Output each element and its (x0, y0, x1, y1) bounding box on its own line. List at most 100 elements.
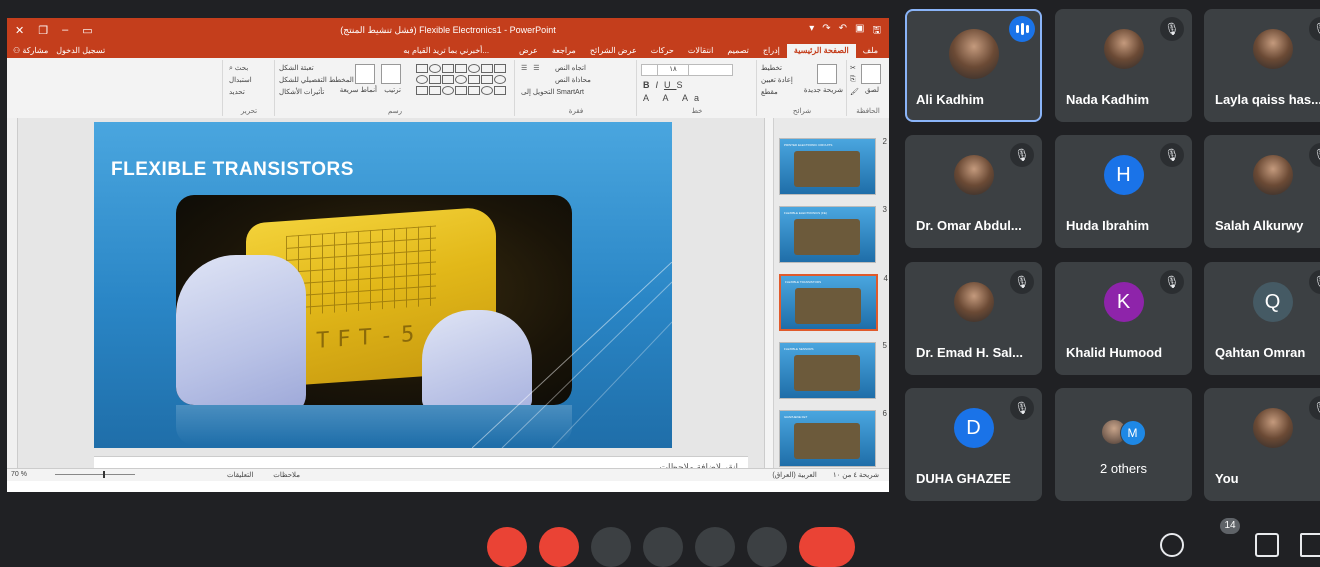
captions-button[interactable] (591, 527, 631, 567)
shape-option[interactable] (481, 86, 493, 95)
arrange-button[interactable]: ترتيب (384, 86, 401, 94)
new-slide-button[interactable]: شريحة جديدة (804, 86, 843, 94)
tab-1[interactable]: الصفحة الرئيسية (786, 44, 856, 58)
participant-tile[interactable]: Dr. Omar Abdul... 🎙 (905, 135, 1042, 248)
slide-title[interactable]: FLEXIBLE TRANSISTORS (111, 159, 354, 181)
present-button[interactable] (695, 527, 735, 567)
zoom-slider[interactable] (55, 471, 135, 478)
editor-scrollbar[interactable] (7, 118, 18, 480)
slide-thumbnail[interactable]: 4 FLEXIBLE TRANSISTORS (779, 274, 888, 331)
arrange-icon[interactable] (381, 64, 401, 84)
tab-2[interactable]: إدراج (756, 44, 787, 58)
quick-styles-button[interactable]: أنماط سريعة (340, 86, 377, 94)
reset-button[interactable]: إعادة تعيين (761, 76, 793, 84)
slide-thumbnail[interactable]: 5 FLEXIBLE SENSORS (779, 341, 887, 399)
participant-tile[interactable]: M 2 others (1055, 388, 1192, 501)
text-direction-button[interactable]: اتجاه النص (555, 64, 586, 72)
shape-option[interactable] (481, 75, 493, 84)
tab-4[interactable]: انتقالات (681, 44, 720, 58)
participant-tile[interactable]: Salah Alkurwy 🎙 (1204, 135, 1320, 248)
activities-icon[interactable] (1300, 533, 1320, 557)
shape-option[interactable] (429, 75, 441, 84)
share-button[interactable]: ⚇ مشاركة (13, 46, 48, 55)
microphone-off-button[interactable] (487, 527, 527, 567)
shape-option[interactable] (455, 64, 467, 73)
shape-option[interactable] (494, 75, 506, 84)
shape-option[interactable] (442, 75, 454, 84)
list-buttons[interactable]: ☰ ☰ (521, 64, 542, 72)
shape-option[interactable] (416, 75, 428, 84)
comments-button[interactable]: التعليقات (227, 471, 253, 479)
shapes-gallery[interactable] (416, 64, 506, 95)
align-text-button[interactable]: محاذاة النص (555, 76, 591, 84)
copy-icon[interactable]: ⎘ (850, 76, 856, 84)
quick-styles-icon[interactable] (355, 64, 375, 84)
tab-0[interactable]: ملف (856, 44, 885, 58)
smartart-button[interactable]: التحويل إلى SmartArt (521, 88, 584, 96)
participant-tile[interactable]: K Khalid Humood 🎙 (1055, 262, 1192, 375)
shape-option[interactable] (494, 64, 506, 73)
shape-option[interactable] (494, 86, 506, 95)
shape-option[interactable] (442, 64, 454, 73)
shape-option[interactable] (468, 64, 480, 73)
find-button[interactable]: ⌕ بحث (229, 64, 248, 73)
tell-me-input[interactable]: أخبرني بما تريد القيام به... (403, 46, 489, 55)
shape-option[interactable] (468, 86, 480, 95)
slide-thumbnail[interactable]: 2 PRINTED ELECTRONIC CIRCUITS (779, 137, 887, 195)
paste-button[interactable]: لصق (865, 86, 879, 94)
raise-hand-button[interactable] (643, 527, 683, 567)
participant-tile[interactable]: Ali Kadhim (905, 9, 1042, 122)
shape-option[interactable] (455, 86, 467, 95)
shape-option[interactable] (416, 86, 428, 95)
participant-tile[interactable]: Layla qaiss has... 🎙 (1204, 9, 1320, 122)
format-painter-icon[interactable]: 🖌 (850, 88, 859, 96)
font-format-buttons[interactable]: BIUS (643, 80, 689, 90)
font-size-dropdown[interactable]: ١٨ (657, 64, 689, 76)
participant-tile[interactable]: Dr. Emad H. Sal... 🎙 (905, 262, 1042, 375)
start-slideshow-icon[interactable]: ▣ (855, 23, 864, 40)
end-call-button[interactable] (799, 527, 855, 567)
camera-off-button[interactable] (539, 527, 579, 567)
tab-3[interactable]: تصميم (720, 44, 756, 58)
shape-option[interactable] (429, 86, 441, 95)
customize-qat-icon[interactable]: ▾ (809, 23, 814, 40)
font-color-buttons[interactable]: A A Aa (643, 93, 705, 103)
shape-outline-button[interactable]: المخطط التفصيلي للشكل (279, 76, 354, 84)
participant-tile[interactable]: D DUHA GHAZEE 🎙 (905, 388, 1042, 501)
shape-option[interactable] (416, 64, 428, 73)
shape-option[interactable] (429, 64, 441, 73)
new-slide-icon[interactable] (817, 64, 837, 84)
slide-thumbnail[interactable]: 3 FLEXIBLE ELECTRONICS (FE) (779, 205, 887, 263)
thumbnails-scrollbar[interactable] (765, 118, 774, 480)
paste-icon[interactable] (861, 64, 881, 84)
participant-tile[interactable]: Nada Kadhim 🎙 (1055, 9, 1192, 122)
tab-5[interactable]: حركات (644, 44, 681, 58)
layout-button[interactable]: تخطيط (761, 64, 782, 72)
participant-tile[interactable]: Q Qahtan Omran 🎙 (1204, 262, 1320, 375)
shape-option[interactable] (481, 64, 493, 73)
shape-effects-button[interactable]: تأثيرات الأشكال (279, 88, 324, 96)
save-icon[interactable]: 🖫 (872, 23, 881, 40)
current-slide[interactable]: FLEXIBLE TRANSISTORS TFT-5 (94, 122, 672, 448)
participant-tile[interactable]: You 🎙 (1204, 388, 1320, 501)
zoom-slider-handle[interactable] (103, 471, 105, 478)
cut-icon[interactable]: ✂ (850, 64, 856, 72)
slide-thumbnail[interactable]: 6 GRAPHENE FET (779, 409, 887, 467)
tab-8[interactable]: عرض (512, 44, 545, 58)
tab-7[interactable]: مراجعة (545, 44, 583, 58)
more-options-button[interactable] (747, 527, 787, 567)
zoom-level[interactable]: 70 % (11, 471, 27, 478)
undo-icon[interactable]: ↶ (839, 23, 847, 40)
shape-option[interactable] (455, 75, 467, 84)
select-button[interactable]: تحديد (229, 88, 245, 96)
redo-icon[interactable]: ↷ (822, 23, 830, 40)
signin-link[interactable]: تسجيل الدخول (56, 46, 105, 55)
chat-icon[interactable] (1255, 533, 1279, 557)
shape-option[interactable] (468, 75, 480, 84)
replace-button[interactable]: استبدال (229, 76, 252, 84)
notes-button[interactable]: ملاحظات (273, 471, 300, 479)
meeting-info-icon[interactable] (1160, 533, 1184, 557)
shape-option[interactable] (442, 86, 454, 95)
section-button[interactable]: مقطع (761, 88, 778, 96)
tab-6[interactable]: عرض الشرائح (583, 44, 644, 58)
